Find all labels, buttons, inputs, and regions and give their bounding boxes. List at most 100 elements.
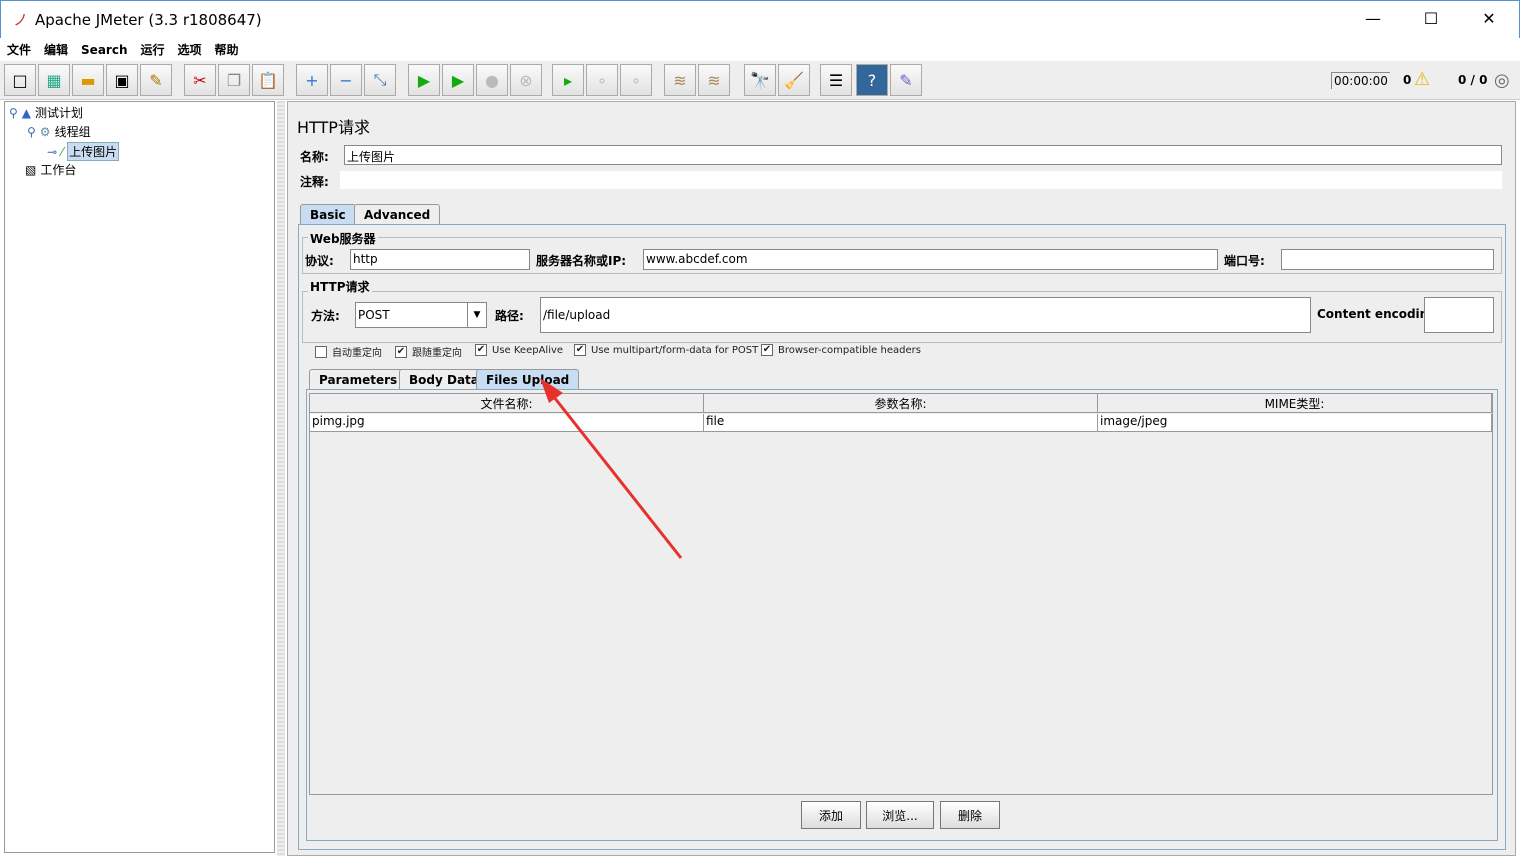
toggle-icon[interactable]: ⤡	[364, 64, 396, 96]
warning-icon[interactable]: ⚠	[1414, 69, 1430, 90]
shutdown-icon[interactable]: ⊗	[510, 64, 542, 96]
menu-file[interactable]: 文件	[0, 38, 37, 58]
remote-start-icon[interactable]: ▸	[552, 64, 584, 96]
tree-node-http-request[interactable]: ⊸ ⁄ 上传图片	[47, 142, 120, 161]
checkmark-icon: ✔	[574, 344, 586, 356]
copy-icon[interactable]: ❐	[218, 64, 250, 96]
stop-icon[interactable]: ●	[476, 64, 508, 96]
tree-node-thread-group[interactable]: ⚲ ⚙ 线程组	[27, 123, 91, 140]
checkbox-label: Browser-compatible headers	[778, 344, 921, 356]
cell-mime[interactable]: image/jpeg	[1098, 414, 1492, 432]
server-input[interactable]: www.abcdef.com	[643, 249, 1218, 270]
tree-node-workbench[interactable]: ▧ 工作台	[25, 161, 76, 178]
paste-icon[interactable]: 📋	[252, 64, 284, 96]
http-request-legend: HTTP请求	[308, 278, 372, 295]
checkmark-icon: ✔	[395, 345, 407, 358]
checkbox-box	[315, 345, 327, 358]
title-bar: ノ Apache JMeter (3.3 r1808647) — ☐ ✕	[0, 0, 1520, 38]
search-icon[interactable]: 🔭	[744, 64, 776, 96]
checkbox-label: Use multipart/form-data for POST	[591, 344, 759, 356]
comment-input[interactable]	[340, 171, 1502, 189]
tab-advanced[interactable]: Advanced	[354, 204, 441, 225]
add-button[interactable]: 添加	[801, 801, 861, 829]
web-server-legend: Web服务器	[308, 230, 378, 247]
active-threads: 0 / 0	[1458, 73, 1488, 87]
tree-label: 上传图片	[67, 142, 120, 161]
checkbox-label: 跟随重定向	[412, 348, 462, 359]
close-button[interactable]: ✕	[1469, 9, 1509, 28]
cut-icon[interactable]: ✂	[184, 64, 216, 96]
page-title: HTTP请求	[297, 118, 370, 137]
browse-button[interactable]: 浏览...	[866, 801, 934, 829]
templates-icon[interactable]: ▦	[38, 64, 70, 96]
menu-options[interactable]: 选项	[171, 38, 208, 58]
help-icon[interactable]: ?	[856, 64, 888, 96]
minimize-button[interactable]: —	[1353, 9, 1393, 28]
http-request-panel: HTTP请求 名称: 上传图片 注释: Basic Advanced Web服务…	[287, 101, 1516, 856]
column-header-param[interactable]: 参数名称:	[704, 394, 1098, 413]
name-label: 名称:	[300, 150, 329, 164]
tab-basic[interactable]: Basic	[300, 204, 356, 225]
test-tree: ⚲ ▲ 测试计划 ⚲ ⚙ 线程组 ⊸ ⁄ 上传图片 ▧ 工作台	[4, 101, 275, 853]
function-helper-icon[interactable]: ☰	[820, 64, 852, 96]
checkbox-label: 自动重定向	[332, 348, 382, 359]
name-input[interactable]: 上传图片	[344, 145, 1502, 165]
server-label: 服务器名称或IP:	[536, 254, 627, 268]
start-icon[interactable]: ▶	[408, 64, 440, 96]
port-label: 端口号:	[1224, 254, 1265, 268]
tree-label: 测试计划	[35, 106, 84, 120]
method-select[interactable]: POST ▼	[355, 302, 487, 328]
menu-run[interactable]: 运行	[133, 38, 170, 58]
menu-edit[interactable]: 编辑	[37, 38, 74, 58]
tree-node-test-plan[interactable]: ⚲ ▲ 测试计划	[9, 104, 83, 121]
maximize-button[interactable]: ☐	[1411, 9, 1451, 28]
keepalive-checkbox[interactable]: ✔ Use KeepAlive	[475, 344, 563, 356]
clear-all-icon[interactable]: ≋	[698, 64, 730, 96]
browser-headers-checkbox[interactable]: ✔ Browser-compatible headers	[761, 344, 921, 356]
menu-bar: 文件 编辑 Search 运行 选项 帮助	[0, 38, 1520, 60]
remote-stop-icon[interactable]: ∘	[586, 64, 618, 96]
toolbar: □ ▦ ▬ ▣ ✎ ✂ ❐ 📋 + − ⤡ ▶ ▶ ● ⊗ ▸ ∘ ∘ ≋ ≋ …	[0, 61, 1520, 100]
tree-label: 工作台	[40, 163, 77, 177]
new-icon[interactable]: □	[4, 64, 36, 96]
multipart-checkbox[interactable]: ✔ Use multipart/form-data for POST	[574, 344, 758, 356]
cell-param[interactable]: file	[704, 414, 1098, 432]
encoding-label: Content encoding:	[1317, 307, 1442, 321]
delete-button[interactable]: 删除	[940, 801, 1000, 829]
remote-exit-icon[interactable]: ∘	[620, 64, 652, 96]
method-label: 方法:	[311, 309, 340, 323]
tab-files-upload[interactable]: Files Upload	[476, 369, 580, 390]
protocol-label: 协议:	[305, 254, 334, 268]
path-input[interactable]: /file/upload	[540, 297, 1311, 333]
cell-filename[interactable]: pimg.jpg	[310, 414, 704, 432]
menu-search[interactable]: Search	[74, 40, 133, 57]
collapse-icon[interactable]: −	[330, 64, 362, 96]
auto-redirect-checkbox[interactable]: 自动重定向	[315, 344, 382, 359]
method-value: POST	[358, 308, 390, 322]
protocol-input[interactable]: http	[350, 249, 530, 270]
expand-icon[interactable]: +	[296, 64, 328, 96]
splitter[interactable]	[277, 101, 285, 856]
follow-redirect-checkbox[interactable]: ✔ 跟随重定向	[395, 344, 462, 359]
save-as-icon[interactable]: ✎	[140, 64, 172, 96]
path-label: 路径:	[495, 309, 524, 323]
save-icon[interactable]: ▣	[106, 64, 138, 96]
checkmark-icon: ✔	[475, 344, 487, 356]
elapsed-timer: 00:00:00	[1331, 72, 1390, 89]
window-title: Apache JMeter (3.3 r1808647)	[35, 11, 262, 29]
reset-search-icon[interactable]: 🧹	[778, 64, 810, 96]
encoding-input[interactable]	[1424, 297, 1494, 333]
checkmark-icon: ✔	[761, 344, 773, 356]
files-table: 文件名称: 参数名称: MIME类型: pimg.jpg file image/…	[309, 393, 1493, 795]
chevron-down-icon[interactable]: ▼	[467, 303, 486, 327]
menu-help[interactable]: 帮助	[208, 38, 245, 58]
port-input[interactable]	[1281, 249, 1494, 270]
start-no-pauses-icon[interactable]: ▶	[442, 64, 474, 96]
tab-parameters[interactable]: Parameters	[309, 369, 408, 390]
column-header-filename[interactable]: 文件名称:	[310, 394, 704, 413]
open-icon[interactable]: ▬	[72, 64, 104, 96]
logger-icon[interactable]: ✎	[890, 64, 922, 96]
warning-count: 0	[1403, 73, 1412, 87]
column-header-mime[interactable]: MIME类型:	[1098, 394, 1492, 413]
clear-icon[interactable]: ≋	[664, 64, 696, 96]
